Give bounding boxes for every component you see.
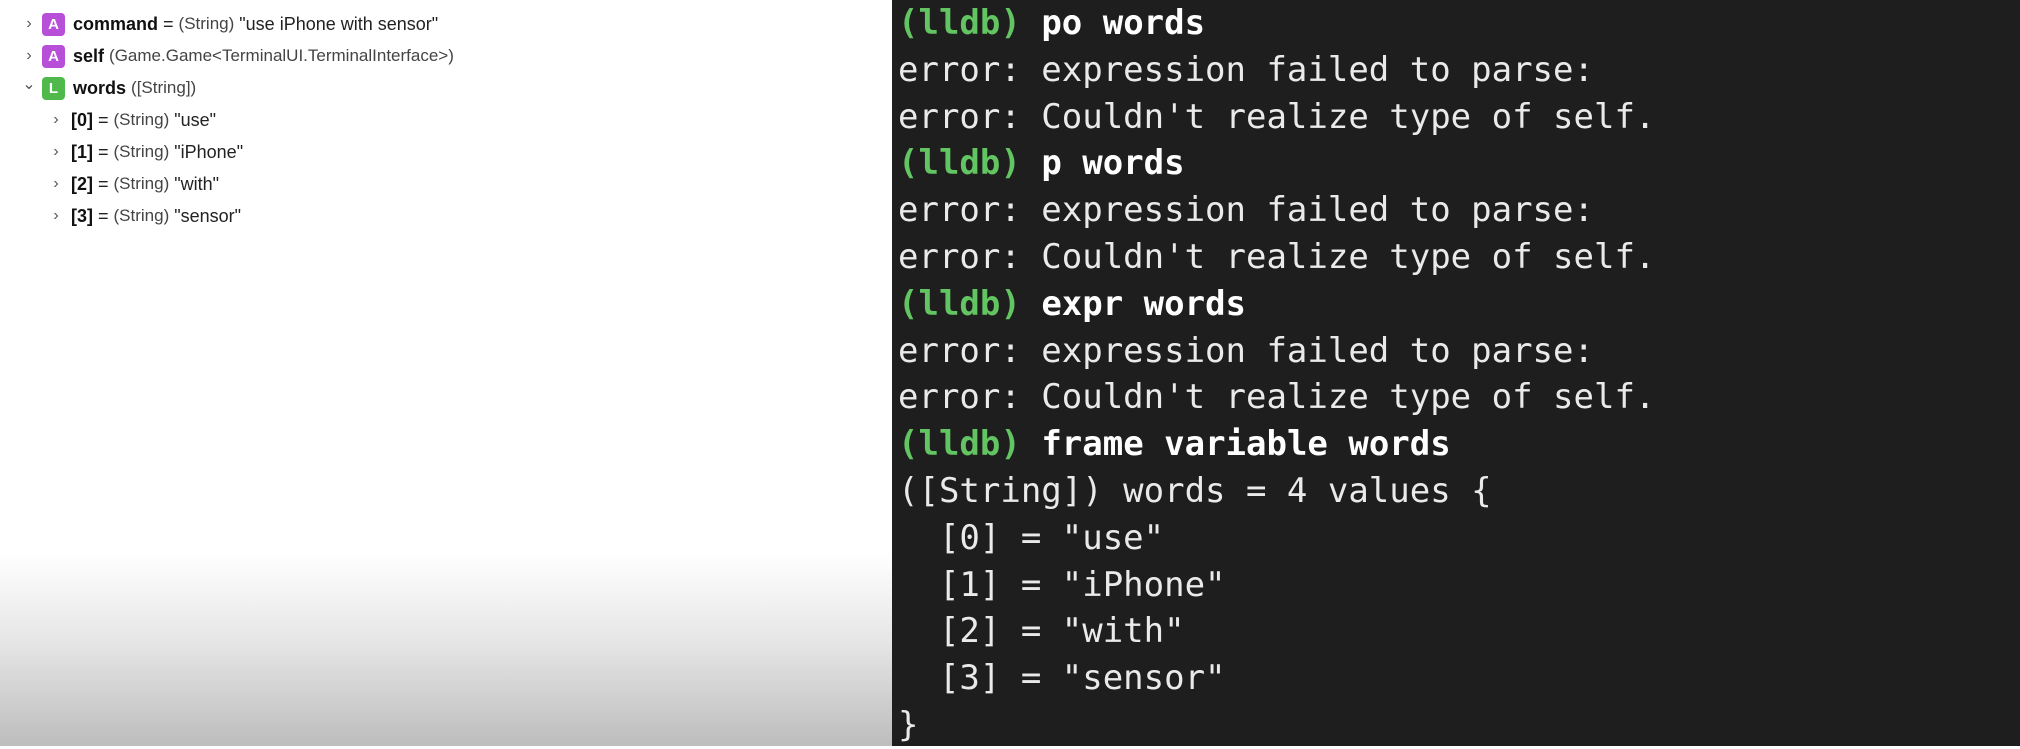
variable-kind-badge: L bbox=[42, 76, 65, 100]
console-output-line: error: expression failed to parse: bbox=[898, 330, 1594, 371]
console-output-line: [0] = "use" bbox=[898, 517, 1165, 558]
array-element-row[interactable]: › [0] = (String) "use" bbox=[47, 104, 216, 136]
console-output-line: [1] = "iPhone" bbox=[898, 564, 1226, 605]
variable-separator: = bbox=[158, 13, 179, 34]
element-index: [0] bbox=[71, 109, 93, 130]
element-type: (String) bbox=[113, 206, 170, 225]
command-text: p words bbox=[1041, 143, 1185, 184]
console-output-line: ([String]) words = 4 values { bbox=[898, 470, 1492, 511]
lldb-prompt: (lldb) bbox=[898, 424, 1021, 465]
element-separator: = bbox=[93, 109, 114, 130]
element-separator: = bbox=[93, 205, 114, 226]
chevron-right-icon[interactable]: › bbox=[47, 175, 65, 193]
variable-kind-badge: A bbox=[42, 12, 65, 36]
chevron-right-icon[interactable]: › bbox=[47, 207, 65, 225]
variable-name: words bbox=[73, 77, 127, 98]
chevron-right-icon[interactable]: › bbox=[20, 47, 38, 65]
variable-name: self bbox=[73, 45, 105, 66]
variable-row[interactable]: ⌄ Lwords ([String]) bbox=[20, 72, 196, 104]
console-output-line: error: Couldn't realize type of self. bbox=[898, 236, 1656, 277]
variable-row[interactable]: › Aself (Game.Game<TerminalUI.TerminalInt… bbox=[20, 40, 454, 72]
console-command-line: (lldb) expr words bbox=[898, 281, 2020, 328]
array-element-row[interactable]: › [3] = (String) "sensor" bbox=[47, 200, 241, 232]
array-element-row[interactable]: › [1] = (String) "iPhone" bbox=[47, 136, 243, 168]
variable-type: ([String]) bbox=[131, 78, 197, 97]
element-separator: = bbox=[93, 141, 114, 162]
element-type: (String) bbox=[113, 174, 170, 193]
console-output-line: [3] = "sensor" bbox=[898, 658, 1226, 699]
element-type: (String) bbox=[113, 142, 170, 161]
console-output-line: } bbox=[898, 704, 919, 745]
chevron-right-icon[interactable]: › bbox=[47, 143, 65, 161]
element-index: [2] bbox=[71, 173, 93, 194]
variable-kind-badge: A bbox=[42, 44, 65, 68]
element-index: [3] bbox=[71, 205, 93, 226]
element-value: "sensor" bbox=[169, 205, 242, 226]
console-output-line: error: Couldn't realize type of self. bbox=[898, 377, 1656, 418]
console-command-line: (lldb) frame variable words bbox=[898, 421, 2020, 468]
console-command-line: (lldb) p words bbox=[898, 140, 2020, 187]
element-value: "with" bbox=[169, 173, 220, 194]
variable-type: (String) bbox=[178, 14, 235, 33]
lldb-prompt: (lldb) bbox=[898, 283, 1021, 324]
element-index: [1] bbox=[71, 141, 93, 162]
variable-name: command bbox=[73, 13, 159, 34]
console-output-line: [2] = "with" bbox=[898, 611, 1185, 652]
element-separator: = bbox=[93, 173, 114, 194]
console-output-line: error: expression failed to parse: bbox=[898, 49, 1594, 90]
lldb-console[interactable]: (lldb) po words error: expression failed … bbox=[892, 0, 2020, 746]
variable-row[interactable]: › Acommand = (String) "use iPhone with se… bbox=[20, 8, 438, 40]
console-output-line: error: Couldn't realize type of self. bbox=[898, 96, 1656, 137]
variable-value: "use iPhone with sensor" bbox=[234, 13, 439, 34]
console-command-line: (lldb) po words bbox=[898, 0, 2020, 47]
command-text: expr words bbox=[1041, 283, 1247, 324]
element-value: "iPhone" bbox=[169, 141, 244, 162]
chevron-right-icon[interactable]: › bbox=[20, 15, 38, 33]
lldb-prompt: (lldb) bbox=[898, 143, 1021, 184]
element-type: (String) bbox=[113, 110, 170, 129]
variables-view: › Acommand = (String) "use iPhone with se… bbox=[0, 0, 892, 746]
chevron-down-icon[interactable]: ⌄ bbox=[20, 74, 38, 94]
lldb-prompt: (lldb) bbox=[898, 3, 1021, 43]
chevron-right-icon[interactable]: › bbox=[47, 111, 65, 129]
command-text: frame variable words bbox=[1041, 424, 1451, 465]
element-value: "use" bbox=[169, 109, 217, 130]
console-output-line: error: expression failed to parse: bbox=[898, 190, 1594, 231]
variable-type: (Game.Game<TerminalUI.TerminalInterface>… bbox=[109, 46, 454, 65]
array-element-row[interactable]: › [2] = (String) "with" bbox=[47, 168, 219, 200]
command-text: po words bbox=[1041, 3, 1206, 43]
